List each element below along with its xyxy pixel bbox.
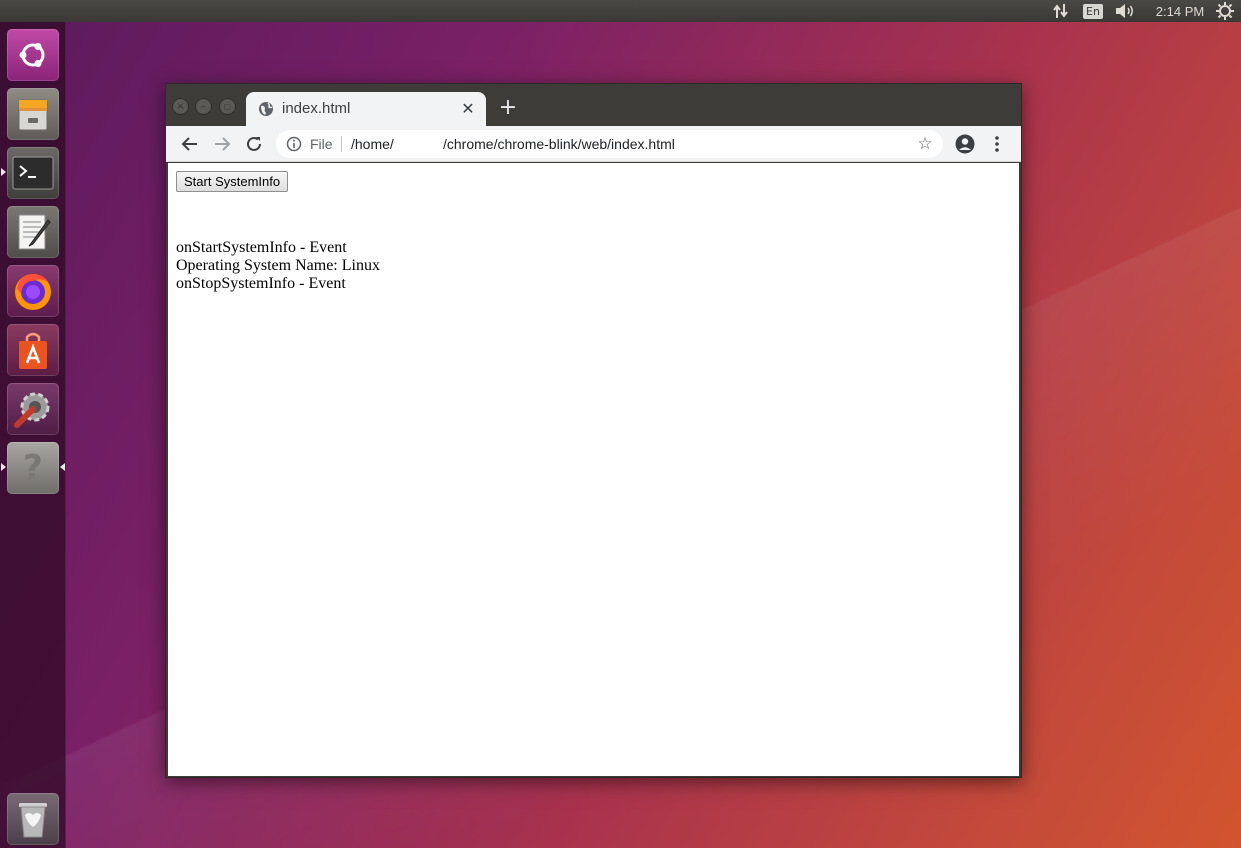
plus-icon: + <box>498 95 518 120</box>
launcher-terminal[interactable] <box>7 147 59 199</box>
window-maximize-button[interactable]: ▢ <box>219 98 236 115</box>
omnibox-divider <box>341 136 342 152</box>
url-text-path: /chrome/chrome-blink/web/index.html <box>443 136 675 152</box>
minimize-icon: – <box>201 100 206 112</box>
back-button[interactable] <box>178 132 202 156</box>
network-icon[interactable] <box>1050 0 1072 22</box>
new-tab-button[interactable]: + <box>496 96 520 120</box>
log-line: Operating System Name: Linux <box>176 257 380 274</box>
arrow-left-icon <box>181 137 197 151</box>
scheme-label: File <box>310 136 333 152</box>
tab-index-html[interactable]: index.html ✕ <box>246 92 486 126</box>
globe-icon <box>259 102 273 116</box>
file-cabinet-icon <box>18 99 48 131</box>
text-editor-icon <box>18 214 51 250</box>
browser-titlebar[interactable]: × – ▢ index.html ✕ + <box>166 84 1021 126</box>
volume-icon[interactable] <box>1113 0 1137 22</box>
maximize-icon: ▢ <box>223 101 232 111</box>
launcher-unknown-app[interactable]: ? <box>7 442 59 494</box>
reload-icon <box>247 136 261 151</box>
close-icon: ✕ <box>461 99 475 118</box>
question-mark-icon: ? <box>23 448 43 488</box>
browser-window: × – ▢ index.html ✕ + File /home/ /chrome… <box>165 83 1022 778</box>
launcher-files[interactable] <box>7 88 59 140</box>
launcher-system-settings[interactable] <box>7 383 59 435</box>
tab-title: index.html <box>282 100 351 117</box>
star-icon: ☆ <box>917 134 933 154</box>
log-line: onStopSystemInfo - Event <box>176 275 346 292</box>
terminal-icon <box>12 156 54 190</box>
network-arrows-icon <box>1053 4 1068 18</box>
shopping-bag-icon <box>19 332 47 369</box>
launcher-software-center[interactable] <box>7 324 59 376</box>
bookmark-star-button[interactable]: ☆ <box>915 134 935 154</box>
profile-avatar-icon[interactable] <box>954 133 976 155</box>
gear-icon <box>1216 2 1234 20</box>
terminal-running-indicator <box>1 168 6 176</box>
arrow-right-icon <box>215 137 231 151</box>
reload-button[interactable] <box>242 132 266 156</box>
tab-close-button[interactable]: ✕ <box>458 99 478 119</box>
speaker-icon <box>1116 4 1133 18</box>
session-gear-icon[interactable] <box>1214 0 1236 22</box>
event-log: onStartSystemInfo - Event Operating Syst… <box>176 239 380 293</box>
launcher-trash[interactable] <box>7 793 59 845</box>
language-label: En <box>1083 3 1103 19</box>
clock[interactable]: 2:14 PM <box>1150 0 1210 22</box>
launcher-firefox[interactable] <box>7 265 59 317</box>
start-systeminfo-button[interactable]: Start SystemInfo <box>176 171 289 192</box>
forward-button[interactable] <box>210 132 234 156</box>
kebab-menu-icon[interactable] <box>988 133 1006 155</box>
url-text-prefix: /home/ <box>351 136 394 152</box>
launcher: ? <box>0 22 66 848</box>
page-content: Start SystemInfo onStartSystemInfo - Eve… <box>168 163 1019 776</box>
keyboard-layout-indicator[interactable]: En <box>1083 0 1103 22</box>
ubuntu-logo-icon <box>19 43 45 67</box>
info-icon[interactable] <box>286 136 302 152</box>
launcher-ubuntu-dash[interactable] <box>7 29 59 81</box>
window-close-button[interactable]: × <box>172 98 189 115</box>
trash-icon <box>19 803 47 838</box>
top-panel: En 2:14 PM <box>0 0 1241 22</box>
address-bar[interactable]: File /home/ /chrome/chrome-blink/web/ind… <box>276 130 943 158</box>
browser-toolbar: File /home/ /chrome/chrome-blink/web/ind… <box>166 126 1021 162</box>
firefox-icon <box>15 274 51 310</box>
unknown-app-running-indicator <box>1 463 6 471</box>
window-minimize-button[interactable]: – <box>195 98 212 115</box>
log-line: onStartSystemInfo - Event <box>176 239 347 256</box>
launcher-text-editor[interactable] <box>7 206 59 258</box>
settings-wrench-icon <box>14 392 50 428</box>
close-icon: × <box>176 100 185 112</box>
unknown-app-focused-indicator <box>60 463 65 471</box>
